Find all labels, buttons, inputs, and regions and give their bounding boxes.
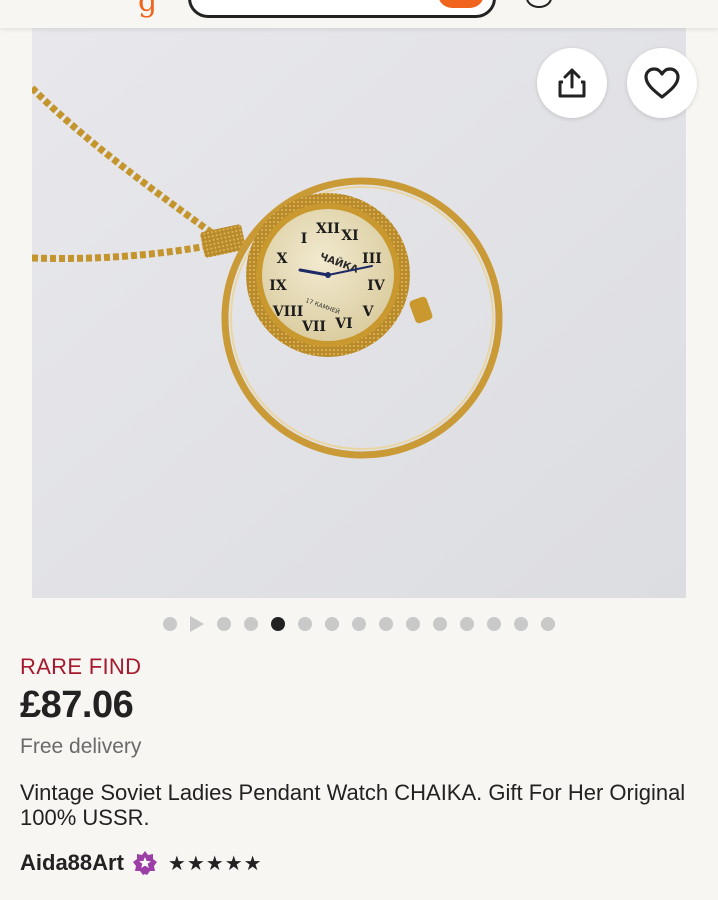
rating-stars: ★★★★★ — [167, 852, 263, 875]
share-icon — [558, 68, 586, 98]
svg-text:III: III — [362, 251, 382, 267]
delivery-info: Free delivery — [20, 735, 142, 758]
seller-info[interactable]: Aida88Art ★★★★★ — [20, 848, 263, 878]
svg-text:XII: XII — [316, 221, 340, 237]
rare-find-badge: RARE FIND — [20, 654, 142, 679]
gallery-dot[interactable] — [298, 617, 312, 631]
gallery-dot[interactable] — [244, 617, 258, 631]
gallery-dot[interactable] — [217, 617, 231, 631]
share-button[interactable] — [537, 48, 607, 118]
svg-text:I: I — [301, 231, 308, 247]
svg-text:IV: IV — [367, 278, 386, 294]
svg-text:VI: VI — [334, 316, 352, 332]
gallery-dot[interactable] — [325, 617, 339, 631]
site-logo[interactable]: g — [138, 0, 157, 19]
gallery-dot-active[interactable] — [271, 617, 285, 631]
gallery-dot[interactable] — [352, 617, 366, 631]
gallery-dot[interactable] — [460, 617, 474, 631]
gallery-dot[interactable] — [514, 617, 528, 631]
gallery-dot[interactable] — [163, 617, 177, 631]
gallery-dot[interactable] — [433, 617, 447, 631]
gallery-pagination[interactable] — [0, 614, 718, 634]
favorite-button[interactable] — [627, 48, 697, 118]
listing-title: Vintage Soviet Ladies Pendant Watch CHAI… — [20, 780, 686, 830]
svg-text:XI: XI — [341, 228, 358, 244]
gallery-dot[interactable] — [541, 617, 555, 631]
gallery-dot[interactable] — [487, 617, 501, 631]
price: £87.06 — [20, 684, 134, 726]
gallery-dot[interactable] — [406, 617, 420, 631]
account-icon[interactable] — [526, 0, 552, 8]
top-bar: g — [0, 0, 718, 28]
svg-text:VIII: VIII — [272, 304, 304, 320]
heart-icon — [644, 67, 680, 99]
svg-text:IX: IX — [269, 278, 287, 294]
svg-text:VII: VII — [301, 319, 326, 335]
seller-name[interactable]: Aida88Art — [20, 850, 124, 876]
star-seller-icon — [132, 851, 157, 875]
svg-text:X: X — [277, 251, 288, 267]
gallery-dot[interactable] — [379, 617, 393, 631]
play-icon[interactable] — [190, 616, 204, 632]
svg-text:V: V — [362, 304, 375, 320]
